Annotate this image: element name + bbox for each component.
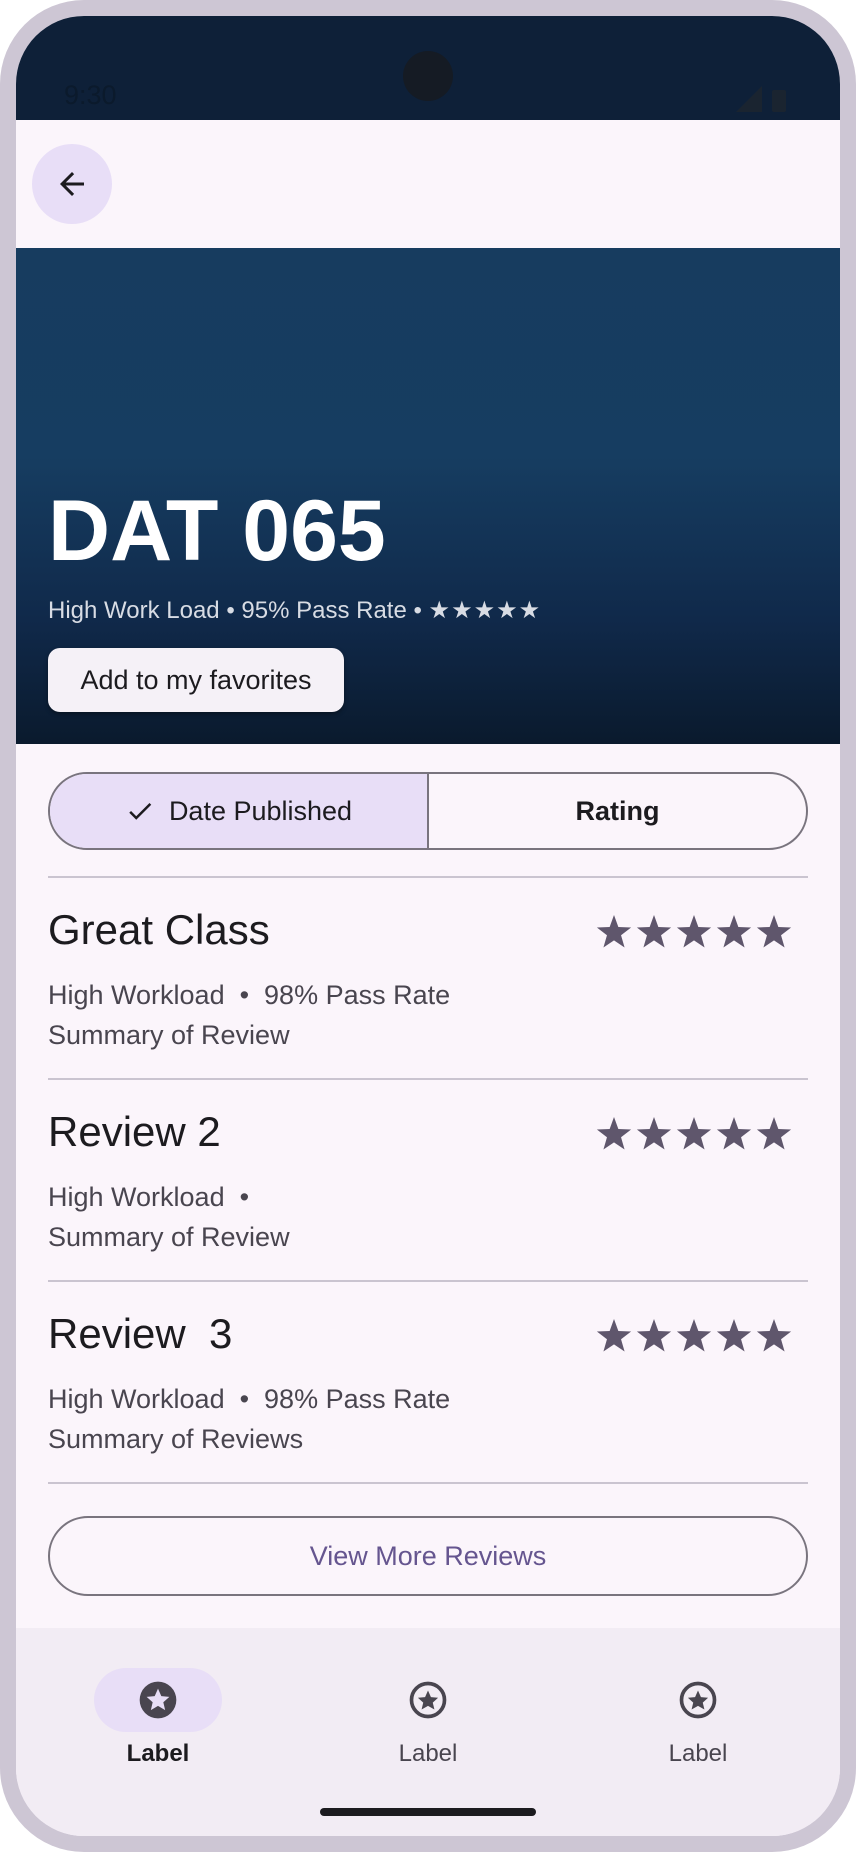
review-title: Review 3 xyxy=(48,1310,233,1357)
screen: 9:30 DAT 065 High Work Load • 95% Pass R… xyxy=(16,16,840,1836)
divider xyxy=(48,876,808,878)
star-icon xyxy=(676,1117,712,1150)
sort-rating[interactable]: Rating xyxy=(429,774,806,848)
view-more-reviews-button[interactable]: View More Reviews xyxy=(48,1516,808,1596)
star-icon xyxy=(676,1319,712,1352)
nav-item-2[interactable]: Label xyxy=(328,1628,528,1768)
star-icon xyxy=(716,915,752,948)
nav-label: Label xyxy=(126,1740,190,1767)
star-icon xyxy=(596,1117,632,1150)
star-icon xyxy=(756,1117,792,1150)
star-icon xyxy=(636,915,672,948)
sort-rating-label: Rating xyxy=(575,795,660,826)
course-hero: DAT 065 High Work Load • 95% Pass Rate •… xyxy=(16,248,840,744)
review-stars xyxy=(596,1319,792,1352)
status-bar: 9:30 xyxy=(16,16,840,120)
star-icon xyxy=(716,1117,752,1150)
review-summary: Summary of Review xyxy=(48,1020,290,1050)
nav-item-1[interactable]: Label xyxy=(58,1628,258,1768)
star-icon xyxy=(756,915,792,948)
review-summary: Summary of Reviews xyxy=(48,1424,304,1454)
star-circle-icon xyxy=(679,1681,717,1719)
star-circle-icon xyxy=(139,1681,177,1719)
top-app-bar xyxy=(16,120,840,248)
home-indicator[interactable] xyxy=(320,1808,536,1816)
review-title: Review 2 xyxy=(48,1108,221,1155)
star-icon xyxy=(636,1319,672,1352)
course-rating-stars: ★★★★★ xyxy=(428,597,542,624)
course-title: DAT 065 xyxy=(48,483,386,579)
star-icon xyxy=(716,1319,752,1352)
back-button[interactable] xyxy=(32,144,112,224)
review-meta: High Workload • 98% Pass Rate xyxy=(48,980,451,1010)
star-icon xyxy=(596,915,632,948)
review-stars xyxy=(596,915,792,948)
review-summary: Summary of Review xyxy=(48,1222,290,1252)
signal-battery-icons xyxy=(736,86,786,112)
review-title: Great Class xyxy=(48,906,270,953)
star-icon xyxy=(596,1319,632,1352)
cell-signal-icon xyxy=(736,86,762,112)
review-stars xyxy=(596,1117,792,1150)
course-stats-text: High Work Load • 95% Pass Rate • xyxy=(48,597,429,624)
divider xyxy=(48,1280,808,1282)
add-to-favorites-button[interactable]: Add to my favorites xyxy=(48,648,344,712)
nav-item-3[interactable]: Label xyxy=(598,1628,798,1768)
sort-date-published[interactable]: Date Published xyxy=(50,774,429,848)
sort-segmented-button: Date Published Rating xyxy=(48,772,808,850)
review-meta: High Workload • 98% Pass Rate xyxy=(48,1384,451,1414)
course-stats: High Work Load • 95% Pass Rate • ★★★★★ xyxy=(48,596,541,625)
divider xyxy=(48,1482,808,1484)
arrow-back-icon xyxy=(60,172,84,196)
star-icon xyxy=(636,1117,672,1150)
bottom-navigation: Label Label Label xyxy=(16,1628,840,1836)
review-meta: High Workload • xyxy=(48,1182,250,1212)
device-frame: 9:30 DAT 065 High Work Load • 95% Pass R… xyxy=(0,0,856,1852)
star-icon xyxy=(756,1319,792,1352)
star-circle-icon xyxy=(409,1681,447,1719)
check-icon xyxy=(129,802,152,820)
star-icon xyxy=(676,915,712,948)
sort-date-published-label: Date Published xyxy=(168,795,353,826)
nav-label: Label xyxy=(398,1740,458,1767)
status-time: 9:30 xyxy=(64,80,117,110)
divider xyxy=(48,1078,808,1080)
battery-icon xyxy=(772,90,786,112)
nav-label: Label xyxy=(668,1740,728,1767)
camera-cutout xyxy=(403,51,453,101)
